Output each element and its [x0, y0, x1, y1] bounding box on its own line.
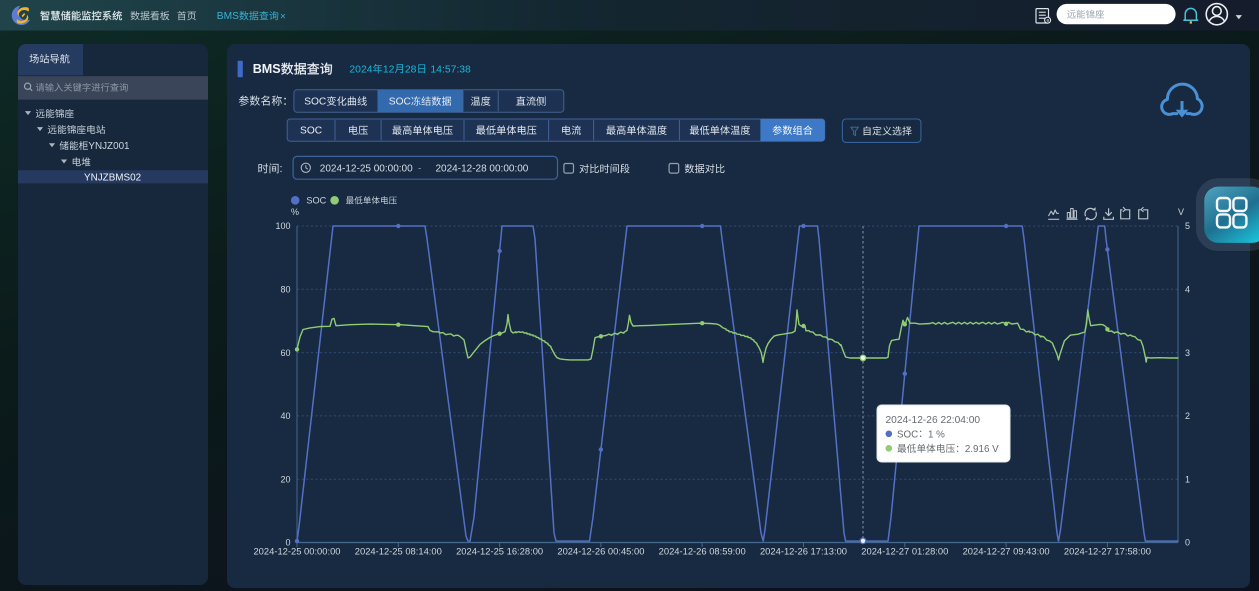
- svg-text:60: 60: [280, 348, 290, 358]
- svg-text:4: 4: [1185, 285, 1190, 295]
- svg-text:YNJZ001: YNJZ001: [88, 141, 130, 152]
- svg-text:V: V: [1178, 207, 1184, 217]
- svg-text:2024-12-25 16:28:00: 2024-12-25 16:28:00: [456, 546, 543, 557]
- svg-text:0: 0: [1185, 538, 1190, 548]
- svg-text:2.916 V: 2.916 V: [965, 444, 999, 455]
- svg-text:2024-12-26 17:13:00: 2024-12-26 17:13:00: [760, 546, 847, 557]
- svg-text:2024-12-25 00:00:00: 2024-12-25 00:00:00: [253, 546, 340, 557]
- svg-text:20: 20: [280, 474, 290, 484]
- svg-text:SOC: SOC: [300, 126, 322, 137]
- svg-text:40: 40: [280, 411, 290, 421]
- svg-text:28: 28: [405, 64, 417, 75]
- svg-text:12: 12: [383, 64, 395, 75]
- svg-text:2024-12-27 01:28:00: 2024-12-27 01:28:00: [861, 546, 948, 557]
- svg-text:SOC: SOC: [304, 97, 326, 108]
- svg-text:2024-12-26 08:59:00: 2024-12-26 08:59:00: [659, 546, 746, 557]
- svg-text:100: 100: [275, 221, 290, 231]
- svg-text:1: 1: [1185, 474, 1190, 484]
- svg-text:1 %: 1 %: [928, 429, 945, 440]
- svg-text:BMS: BMS: [217, 11, 239, 22]
- svg-text:2024: 2024: [349, 64, 372, 75]
- svg-text:2024-12-26 22:04:00: 2024-12-26 22:04:00: [886, 415, 981, 426]
- svg-text:SOC: SOC: [389, 97, 411, 108]
- svg-text:-: -: [418, 163, 421, 174]
- svg-text:3: 3: [1185, 348, 1190, 358]
- svg-text:14:57:38: 14:57:38: [430, 64, 471, 75]
- svg-text:%: %: [291, 207, 299, 217]
- svg-text:2: 2: [1185, 411, 1190, 421]
- svg-text:2024-12-27 09:43:00: 2024-12-27 09:43:00: [963, 546, 1050, 557]
- svg-text:×: ×: [280, 11, 286, 22]
- svg-text:2024-12-28 00:00:00: 2024-12-28 00:00:00: [436, 163, 529, 174]
- svg-text:2024-12-26 00:45:00: 2024-12-26 00:45:00: [557, 546, 644, 557]
- svg-text:BMS: BMS: [253, 62, 281, 76]
- svg-text::: :: [280, 163, 283, 175]
- svg-text:2024-12-27 17:58:00: 2024-12-27 17:58:00: [1064, 546, 1151, 557]
- svg-text:80: 80: [280, 285, 290, 295]
- svg-text:5: 5: [1185, 221, 1190, 231]
- svg-text:2024-12-25 00:00:00: 2024-12-25 00:00:00: [320, 163, 413, 174]
- svg-text:SOC: SOC: [897, 429, 918, 440]
- svg-text:2024-12-25 08:14:00: 2024-12-25 08:14:00: [355, 546, 442, 557]
- svg-text:SOC: SOC: [306, 196, 326, 206]
- svg-text:YNJZBMS02: YNJZBMS02: [84, 172, 141, 183]
